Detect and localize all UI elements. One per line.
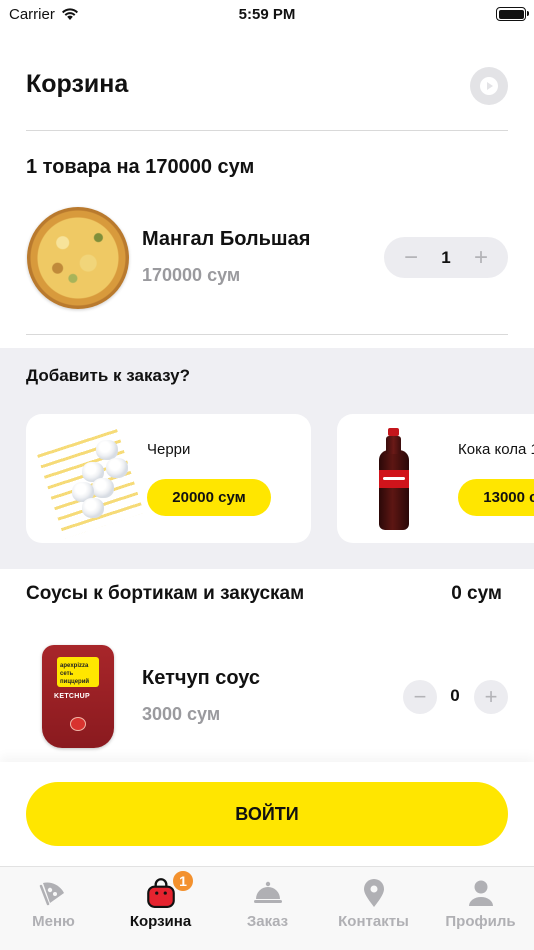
pizza-slice-icon xyxy=(39,882,64,906)
cart-badge: 1 xyxy=(171,869,195,893)
cherry-pastry-image xyxy=(35,425,145,539)
sauce-quantity: 0 xyxy=(450,686,460,705)
plus-button[interactable]: + xyxy=(474,245,488,270)
battery-icon xyxy=(496,7,529,21)
page-title: Корзина xyxy=(26,70,129,98)
tab-label: Контакты xyxy=(338,913,409,930)
cart-item-name: Мангал Большая xyxy=(142,228,311,250)
ketchup-image: apexpizza сеть пиццерий KETCHUP xyxy=(42,645,114,748)
tab-label: Корзина xyxy=(129,913,192,930)
tab-label: Заказ xyxy=(246,913,289,930)
addon-name: Кока кола 1 xyxy=(458,441,534,458)
person-icon xyxy=(468,880,493,906)
play-icon xyxy=(480,77,498,95)
status-bar: Carrier 5:59 PM xyxy=(0,0,534,30)
tab-menu[interactable]: Меню xyxy=(0,867,107,950)
quantity-value: 1 xyxy=(441,247,451,267)
minus-button[interactable]: − xyxy=(404,245,418,270)
ketchup-label: KETCHUP xyxy=(54,693,90,700)
quantity-stepper: − 1 + xyxy=(384,237,508,278)
tab-label: Профиль xyxy=(445,913,516,930)
addon-name: Черри xyxy=(147,441,191,458)
tab-contacts[interactable]: Контакты xyxy=(320,867,427,950)
tab-bar: Меню 1 Корзина Заказ Контакты Профиль xyxy=(0,866,534,950)
addon-price-button[interactable]: 13000 сум xyxy=(458,479,534,516)
addon-title: Добавить к заказу? xyxy=(26,366,191,385)
play-button[interactable] xyxy=(470,67,508,105)
addon-price-button[interactable]: 20000 сум xyxy=(147,479,271,516)
addon-section: Добавить к заказу? Черри 20000 сум Кока … xyxy=(0,348,534,569)
clock: 5:59 PM xyxy=(238,6,296,23)
cloche-icon xyxy=(253,881,282,903)
ketchup-brand: apexpizza сеть пиццерий xyxy=(60,663,90,685)
addon-card[interactable]: Кока кола 1 13000 сум xyxy=(337,414,534,543)
cart-summary: 1 товара на 170000 сум xyxy=(26,156,255,178)
divider xyxy=(26,130,508,131)
sauce-price: 3000 сум xyxy=(142,704,221,724)
addon-card[interactable]: Черри 20000 сум xyxy=(26,414,311,543)
divider xyxy=(26,334,508,335)
tab-cart[interactable]: 1 Корзина xyxy=(107,867,214,950)
cola-bottle-image xyxy=(377,428,411,530)
sauce-plus-button[interactable]: + xyxy=(474,680,508,714)
cart-item-price: 170000 сум xyxy=(142,265,241,285)
sauce-minus-button[interactable]: − xyxy=(403,680,437,714)
sauces-total: 0 сум xyxy=(451,583,502,604)
tab-label: Меню xyxy=(32,913,75,930)
sauces-title: Соусы к бортикам и закускам xyxy=(26,583,305,604)
pizza-image xyxy=(27,207,129,309)
location-pin-icon xyxy=(363,879,384,907)
tab-order[interactable]: Заказ xyxy=(214,867,321,950)
tab-profile[interactable]: Профиль xyxy=(427,867,534,950)
login-button[interactable]: ВОЙТИ xyxy=(26,782,508,846)
sauce-name: Кетчуп соус xyxy=(142,667,261,689)
